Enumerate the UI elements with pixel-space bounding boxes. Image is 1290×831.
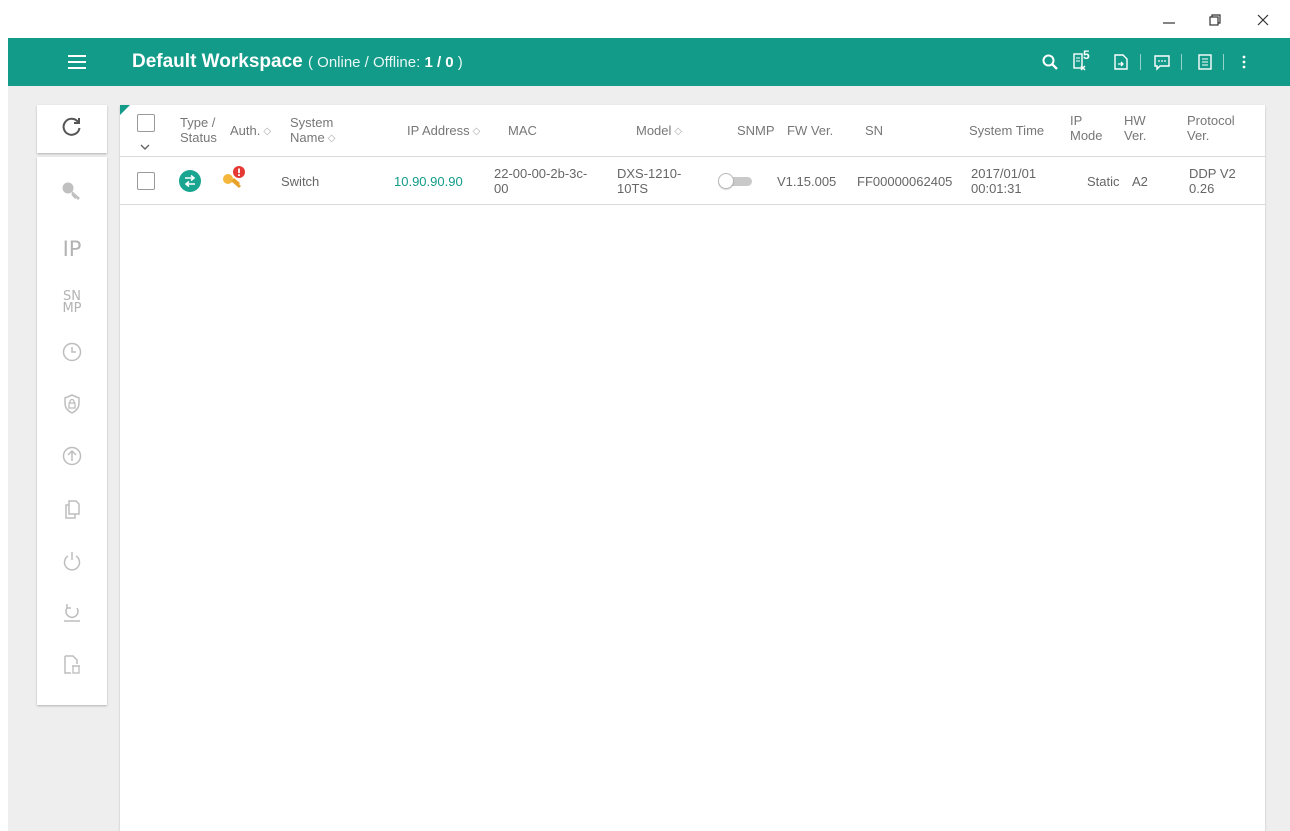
error-count-badge: 5 xyxy=(1083,48,1090,62)
sort-icon: ◇ xyxy=(472,126,481,137)
message-icon[interactable] xyxy=(1150,50,1174,74)
workspace-name: Default Workspace xyxy=(132,51,303,72)
header-separator xyxy=(1223,54,1224,70)
tool-reboot-button[interactable] xyxy=(37,543,107,583)
header-separator xyxy=(1181,54,1182,70)
snmp-toggle[interactable] xyxy=(718,173,754,189)
log-icon[interactable] xyxy=(1193,50,1217,74)
online-offline-status: ( Online / Offline: 1 / 0 ) xyxy=(307,54,463,71)
tool-time-button[interactable] xyxy=(37,334,107,374)
col-type-status[interactable]: Type / Status xyxy=(180,115,217,145)
col-mac[interactable]: MAC xyxy=(508,123,537,138)
tool-snmp-button[interactable]: SN MP xyxy=(37,283,107,323)
tool-snmp-label: SN MP xyxy=(62,289,82,316)
switch-device-icon xyxy=(178,169,202,196)
cell-model: DXS-1210- 10TS xyxy=(617,166,682,196)
key-warning-icon[interactable] xyxy=(220,165,246,194)
refresh-button[interactable] xyxy=(37,105,107,153)
header-separator xyxy=(1140,54,1141,70)
col-snmp[interactable]: SNMP xyxy=(737,123,775,138)
cell-sn: FF00000062405 xyxy=(857,174,953,189)
table-header: Type / Status Auth. ◇ System Name ◇ IP Add… xyxy=(120,105,1265,157)
tool-key-button[interactable] xyxy=(37,173,107,213)
cell-hw-ver: A2 xyxy=(1132,174,1148,189)
sort-icon: ◇ xyxy=(327,133,336,144)
upload-icon xyxy=(61,445,83,472)
shield-lock-icon xyxy=(61,393,83,420)
error-log-icon[interactable]: 5 xyxy=(1070,48,1094,74)
copy-icon xyxy=(61,498,83,525)
hamburger-menu-icon[interactable] xyxy=(66,52,88,72)
select-dropdown-icon[interactable] xyxy=(140,139,150,154)
tool-delete-file-button[interactable] xyxy=(37,647,107,687)
cell-ip-mode: Static xyxy=(1087,174,1120,189)
tool-ip-button[interactable]: IP xyxy=(37,229,107,269)
col-hw-ver[interactable]: HW Ver. xyxy=(1124,113,1146,143)
clock-icon xyxy=(61,341,83,368)
tool-upload-button[interactable] xyxy=(37,438,107,478)
restore-icon[interactable] xyxy=(1200,8,1230,32)
window-titlebar xyxy=(0,0,1290,38)
select-all-checkbox[interactable] xyxy=(137,114,155,132)
key-icon xyxy=(60,180,84,207)
col-sn[interactable]: SN xyxy=(865,123,883,138)
col-ip-mode[interactable]: IP Mode xyxy=(1070,113,1103,143)
cell-system-name: Switch xyxy=(281,174,320,189)
tool-ip-label: IP xyxy=(62,237,82,261)
tool-reset-button[interactable] xyxy=(37,595,107,635)
sort-icon: ◇ xyxy=(674,126,683,137)
online-offline-counts: 1 / 0 xyxy=(424,54,454,71)
refresh-icon xyxy=(61,116,83,143)
more-vert-icon[interactable] xyxy=(1232,50,1256,74)
col-ip-address[interactable]: IP Address ◇ xyxy=(407,123,480,139)
workspace-title: Default Workspace ( Online / Offline: 1 … xyxy=(132,51,463,73)
cell-fw-ver: V1.15.005 xyxy=(777,174,837,189)
power-icon xyxy=(61,550,83,577)
device-toolbar: IP SN MP xyxy=(37,157,107,705)
col-model[interactable]: Model ◇ xyxy=(636,123,682,139)
col-system-time[interactable]: System Time xyxy=(969,123,1044,138)
sort-icon: ◇ xyxy=(263,126,272,137)
device-table: Type / Status Auth. ◇ System Name ◇ IP Add… xyxy=(120,105,1265,831)
cell-protocol-ver: DDP V2 0.26 xyxy=(1189,166,1236,196)
tool-copy-button[interactable] xyxy=(37,491,107,531)
cell-mac: 22-00-00-2b-3c- 00 xyxy=(494,166,588,196)
col-protocol-ver[interactable]: Protocol Ver. xyxy=(1187,113,1235,143)
export-icon[interactable] xyxy=(1109,50,1133,74)
reset-icon xyxy=(60,602,84,629)
search-icon[interactable] xyxy=(1038,50,1062,74)
col-system-name[interactable]: System Name ◇ xyxy=(290,115,335,146)
col-auth[interactable]: Auth. ◇ xyxy=(230,123,271,139)
cell-system-time: 2017/01/01 00:01:31 xyxy=(971,166,1037,196)
app-header: Default Workspace ( Online / Offline: 1 … xyxy=(8,38,1290,86)
minimize-icon[interactable] xyxy=(1154,8,1184,32)
table-row[interactable]: Switch 10.90.90.90 22-00-00-2b-3c- 00 DX… xyxy=(120,157,1265,205)
cell-ip-address-link[interactable]: 10.90.90.90 xyxy=(394,174,463,189)
tool-security-button[interactable] xyxy=(37,386,107,426)
col-fw-ver[interactable]: FW Ver. xyxy=(787,123,833,138)
delete-file-icon xyxy=(61,654,83,681)
row-select-checkbox[interactable] xyxy=(137,172,155,190)
close-icon[interactable] xyxy=(1248,8,1278,32)
